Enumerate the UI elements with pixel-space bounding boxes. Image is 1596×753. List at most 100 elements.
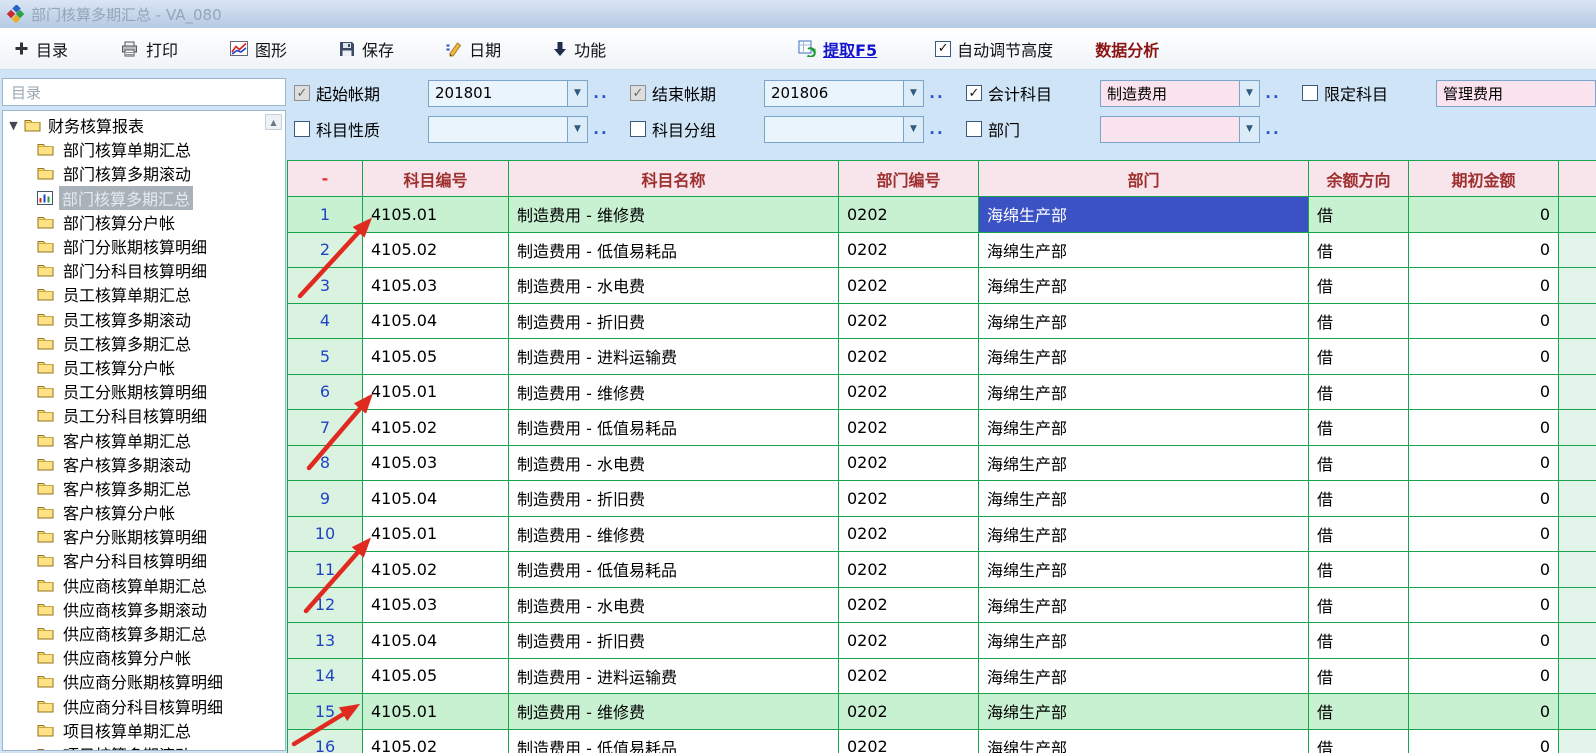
subject-group-more-button[interactable]: ..: [924, 120, 950, 138]
subject-name-cell[interactable]: 制造费用 - 折旧费: [509, 623, 839, 659]
chevron-down-icon[interactable]: ▼: [1239, 81, 1259, 106]
tree-item[interactable]: 客户核算多期滚动: [3, 452, 285, 476]
department-toggle[interactable]: 部门: [966, 117, 1100, 141]
account-subject-more-button[interactable]: ..: [1260, 84, 1286, 102]
tree-item[interactable]: 供应商核算多期滚动: [3, 597, 285, 621]
row-number-cell[interactable]: 1: [288, 197, 363, 233]
tree-item[interactable]: 供应商核算分户帐: [3, 645, 285, 669]
column-header[interactable]: 科目编号: [363, 161, 509, 197]
subject-nature-checkbox[interactable]: [294, 121, 310, 137]
row-number-cell[interactable]: 6: [288, 375, 363, 411]
table-row[interactable]: 94105.04制造费用 - 折旧费0202海绵生产部借0: [288, 481, 1596, 517]
initial-amount-cell[interactable]: 0: [1409, 268, 1559, 304]
column-header[interactable]: 部门: [979, 161, 1309, 197]
subject-code-cell[interactable]: 4105.01: [363, 694, 509, 730]
dept-code-cell[interactable]: 0202: [839, 375, 979, 411]
dept-name-cell[interactable]: 海绵生产部: [979, 233, 1309, 269]
table-row[interactable]: 44105.04制造费用 - 折旧费0202海绵生产部借0: [288, 304, 1596, 340]
dept-name-cell[interactable]: 海绵生产部: [979, 197, 1309, 233]
subject-name-cell[interactable]: 制造费用 - 维修费: [509, 197, 839, 233]
tree-item[interactable]: 部门核算分户帐: [3, 210, 285, 234]
limit-subject-input[interactable]: 管理费用: [1436, 80, 1596, 107]
dept-code-cell[interactable]: 0202: [839, 233, 979, 269]
start-period-checkbox[interactable]: [294, 85, 310, 101]
balance-direction-cell[interactable]: 借: [1309, 304, 1409, 340]
subject-name-cell[interactable]: 制造费用 - 维修费: [509, 517, 839, 553]
tree-item[interactable]: 供应商分账期核算明细: [3, 669, 285, 693]
dept-code-cell[interactable]: 0202: [839, 197, 979, 233]
column-header[interactable]: -: [288, 161, 363, 197]
balance-direction-cell[interactable]: 借: [1309, 694, 1409, 730]
end-period-combo[interactable]: 201806▼: [764, 80, 924, 107]
balance-direction-cell[interactable]: 借: [1309, 730, 1409, 753]
table-row[interactable]: 34105.03制造费用 - 水电费0202海绵生产部借0: [288, 268, 1596, 304]
row-number-cell[interactable]: 11: [288, 552, 363, 588]
subject-code-cell[interactable]: 4105.04: [363, 623, 509, 659]
balance-direction-cell[interactable]: 借: [1309, 197, 1409, 233]
dept-code-cell[interactable]: 0202: [839, 481, 979, 517]
subject-code-cell[interactable]: 4105.03: [363, 268, 509, 304]
dept-code-cell[interactable]: 0202: [839, 552, 979, 588]
limit-subject-toggle[interactable]: 限定科目: [1302, 81, 1436, 105]
subject-name-cell[interactable]: 制造费用 - 进料运输费: [509, 339, 839, 375]
table-row[interactable]: 164105.02制造费用 - 低值易耗品0202海绵生产部借0: [288, 730, 1596, 753]
scroll-up-icon[interactable]: ▲: [265, 114, 282, 130]
subject-code-cell[interactable]: 4105.01: [363, 375, 509, 411]
tree-item[interactable]: 员工分账期核算明细: [3, 379, 285, 403]
tree-item[interactable]: 客户核算分户帐: [3, 500, 285, 524]
subject-code-cell[interactable]: 4105.02: [363, 233, 509, 269]
subject-group-combo[interactable]: ▼: [764, 116, 924, 143]
account-subject-checkbox[interactable]: [966, 85, 982, 101]
table-row[interactable]: 74105.02制造费用 - 低值易耗品0202海绵生产部借0: [288, 410, 1596, 446]
dept-name-cell[interactable]: 海绵生产部: [979, 588, 1309, 624]
date-button[interactable]: 日期: [446, 37, 501, 61]
balance-direction-cell[interactable]: 借: [1309, 446, 1409, 482]
initial-amount-cell[interactable]: 0: [1409, 233, 1559, 269]
row-number-cell[interactable]: 7: [288, 410, 363, 446]
balance-direction-cell[interactable]: 借: [1309, 375, 1409, 411]
dept-name-cell[interactable]: 海绵生产部: [979, 339, 1309, 375]
dept-name-cell[interactable]: 海绵生产部: [979, 304, 1309, 340]
dept-name-cell[interactable]: 海绵生产部: [979, 659, 1309, 695]
row-number-cell[interactable]: 8: [288, 446, 363, 482]
graph-button[interactable]: 图形: [230, 37, 287, 61]
tree-item[interactable]: 员工核算单期汇总: [3, 282, 285, 306]
column-header[interactable]: 期初金额: [1409, 161, 1559, 197]
save-button[interactable]: 保存: [339, 37, 394, 61]
subject-name-cell[interactable]: 制造费用 - 折旧费: [509, 304, 839, 340]
tree-item[interactable]: 供应商核算多期汇总: [3, 621, 285, 645]
table-row[interactable]: 134105.04制造费用 - 折旧费0202海绵生产部借0: [288, 623, 1596, 659]
initial-amount-cell[interactable]: 0: [1409, 197, 1559, 233]
subject-code-cell[interactable]: 4105.03: [363, 446, 509, 482]
table-row[interactable]: 84105.03制造费用 - 水电费0202海绵生产部借0: [288, 446, 1596, 482]
subject-name-cell[interactable]: 制造费用 - 水电费: [509, 446, 839, 482]
balance-direction-cell[interactable]: 借: [1309, 268, 1409, 304]
dept-code-cell[interactable]: 0202: [839, 659, 979, 695]
limit-subject-checkbox[interactable]: [1302, 85, 1318, 101]
balance-direction-cell[interactable]: 借: [1309, 233, 1409, 269]
table-row[interactable]: 114105.02制造费用 - 低值易耗品0202海绵生产部借0: [288, 552, 1596, 588]
row-number-cell[interactable]: 5: [288, 339, 363, 375]
subject-name-cell[interactable]: 制造费用 - 进料运输费: [509, 659, 839, 695]
tree-item[interactable]: 部门核算多期汇总: [3, 186, 285, 210]
initial-amount-cell[interactable]: 0: [1409, 375, 1559, 411]
subject-code-cell[interactable]: 4105.02: [363, 410, 509, 446]
start-period-combo[interactable]: 201801▼: [428, 80, 588, 107]
balance-direction-cell[interactable]: 借: [1309, 481, 1409, 517]
balance-direction-cell[interactable]: 借: [1309, 623, 1409, 659]
dept-name-cell[interactable]: 海绵生产部: [979, 694, 1309, 730]
chevron-down-icon[interactable]: ▼: [1239, 117, 1259, 142]
table-row[interactable]: 124105.03制造费用 - 水电费0202海绵生产部借0: [288, 588, 1596, 624]
dept-code-cell[interactable]: 0202: [839, 339, 979, 375]
tree-item[interactable]: 供应商核算单期汇总: [3, 573, 285, 597]
column-header[interactable]: 科目名称: [509, 161, 839, 197]
subject-code-cell[interactable]: 4105.01: [363, 197, 509, 233]
chevron-down-icon[interactable]: ▼: [567, 117, 587, 142]
row-number-cell[interactable]: 13: [288, 623, 363, 659]
tree-item[interactable]: 部门核算多期滚动: [3, 161, 285, 185]
chevron-down-icon[interactable]: ▼: [903, 81, 923, 106]
initial-amount-cell[interactable]: 0: [1409, 410, 1559, 446]
table-row[interactable]: 144105.05制造费用 - 进料运输费0202海绵生产部借0: [288, 659, 1596, 695]
tree-item[interactable]: 部门核算单期汇总: [3, 137, 285, 161]
row-number-cell[interactable]: 14: [288, 659, 363, 695]
